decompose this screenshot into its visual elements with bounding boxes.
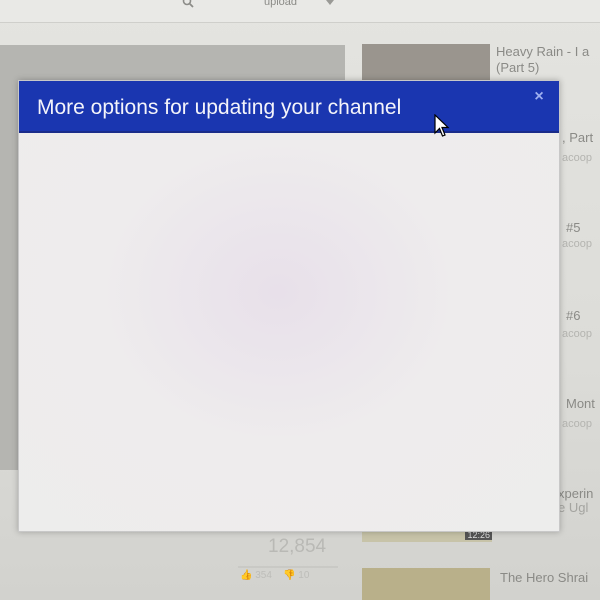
video-title[interactable]: #6	[566, 308, 580, 324]
video-channel: acoop	[562, 238, 592, 250]
search-icon[interactable]	[182, 0, 194, 8]
video-channel: acoop	[562, 418, 592, 430]
thumbs-down-icon[interactable]: 👎	[283, 570, 295, 581]
video-title[interactable]: #5	[566, 220, 580, 236]
likes-ratio-bar	[238, 566, 338, 568]
video-channel: acoop	[562, 328, 592, 340]
video-title[interactable]: Heavy Rain - I a	[496, 44, 589, 60]
chevron-down-icon[interactable]	[326, 0, 334, 5]
video-subtitle: e Ugl	[558, 500, 589, 515]
dialog-header: More options for updating your channel ×	[19, 81, 559, 133]
video-thumbnail[interactable]	[362, 568, 490, 600]
view-count: 12,854	[268, 536, 327, 557]
upload-link[interactable]: upload	[264, 0, 297, 8]
list-item[interactable]: The Hero Shrai	[362, 568, 600, 600]
dialog-title: More options for updating your channel	[37, 96, 402, 119]
dislike-count: 10	[298, 570, 310, 581]
video-channel: acoop	[562, 152, 592, 164]
mouse-pointer-icon	[434, 114, 450, 137]
video-title[interactable]: Mont	[566, 396, 595, 412]
thumbs-up-icon[interactable]: 👍	[240, 570, 252, 581]
dialog-body	[19, 133, 559, 531]
top-bar: upload	[0, 0, 600, 23]
close-icon[interactable]: ×	[531, 89, 547, 105]
likes-row: 👍 354 👎 10	[240, 570, 309, 581]
video-subtitle: (Part 5)	[496, 60, 540, 75]
video-title[interactable]: The Hero Shrai	[500, 570, 588, 586]
update-channel-dialog: More options for updating your channel ×	[18, 80, 560, 532]
video-title[interactable]: , Part	[562, 130, 593, 146]
like-count: 354	[255, 570, 272, 581]
